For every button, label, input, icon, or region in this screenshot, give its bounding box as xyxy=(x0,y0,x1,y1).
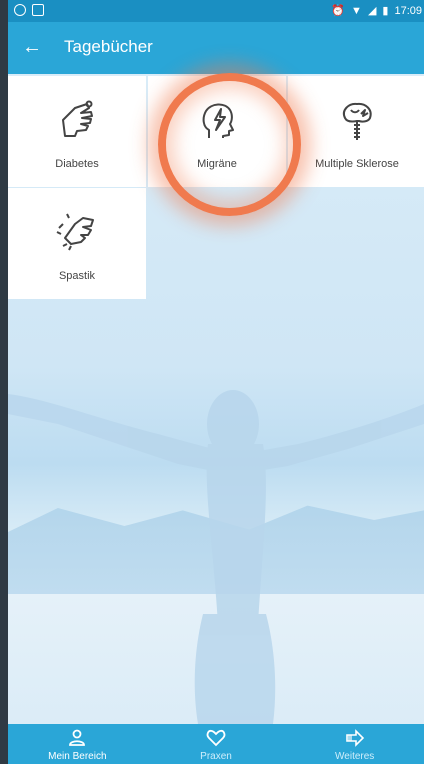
nav-label: Weiteres xyxy=(335,751,375,762)
tile-label: Diabetes xyxy=(55,158,99,170)
page-title: Tagebücher xyxy=(64,37,153,56)
head-lightning-icon xyxy=(202,103,234,138)
nav-praxen[interactable]: Praxen xyxy=(147,724,286,764)
nav-label: Praxen xyxy=(200,751,232,762)
tile-migraene[interactable]: Migräne xyxy=(148,76,286,187)
woman-silhouette xyxy=(8,390,424,724)
phone-screen: ⏰ ▼ ◢ ▮ 17:09 ← Tagebücher Diabetes Migr… xyxy=(8,0,424,764)
tile-multiple-sklerose[interactable]: Multiple Sklerose xyxy=(288,76,424,187)
tile-label: Migräne xyxy=(197,158,237,170)
tile-label: Multiple Sklerose xyxy=(315,158,399,170)
nav-mein-bereich[interactable]: Mein Bereich xyxy=(8,724,147,764)
hand-stop-icon xyxy=(62,100,93,137)
heart-icon xyxy=(206,729,226,747)
nav-weiteres[interactable]: Weiteres xyxy=(285,724,424,764)
back-arrow-icon[interactable]: ← xyxy=(22,34,48,60)
alarm-icon: ⏰ xyxy=(331,5,346,17)
brain-spine-icon xyxy=(343,102,372,140)
person-icon xyxy=(69,729,86,746)
status-time: 17:09 xyxy=(394,4,422,17)
arrow-right-icon xyxy=(345,729,364,747)
document-notification-icon xyxy=(32,4,44,16)
tile-label: Spastik xyxy=(58,270,96,282)
signal-icon: ◢ xyxy=(367,5,377,17)
tile-spastik[interactable]: Spastik xyxy=(8,188,146,299)
status-bar: ⏰ ▼ ◢ ▮ 17:09 xyxy=(8,0,424,22)
battery-icon: ▮ xyxy=(382,5,389,17)
wifi-icon: ▼ xyxy=(351,4,362,17)
hand-tremor-icon xyxy=(56,213,94,251)
bottom-navigation: Mein Bereich Praxen Weiteres xyxy=(8,724,424,764)
nav-label: Mein Bereich xyxy=(48,751,107,762)
tile-diabetes[interactable]: Diabetes xyxy=(8,76,146,187)
chat-notification-icon xyxy=(14,4,26,16)
app-bar: ← Tagebücher xyxy=(8,22,424,74)
